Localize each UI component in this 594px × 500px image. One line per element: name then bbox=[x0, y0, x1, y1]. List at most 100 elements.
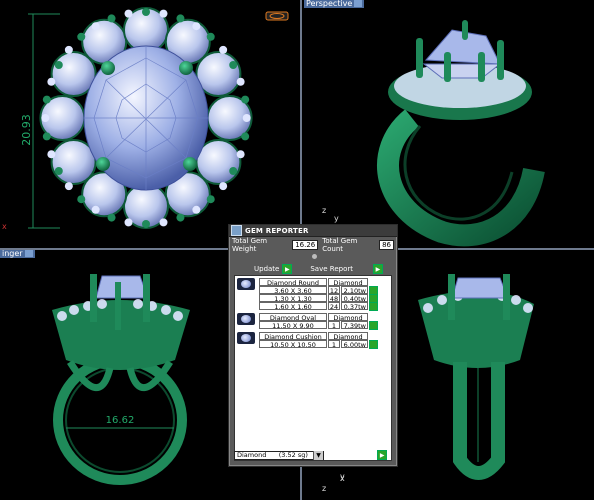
gem-size: 11.50 X 9.90 bbox=[259, 321, 327, 330]
gem-weight: 0.37tw bbox=[341, 302, 368, 311]
total-weight-field: 16.26 bbox=[292, 240, 319, 250]
total-weight-label: Total Gem Weight bbox=[232, 237, 268, 253]
oval-gem-icon bbox=[237, 313, 255, 325]
gem-count: 1 bbox=[328, 340, 340, 349]
viewport-perspective[interactable]: Perspective bbox=[302, 0, 594, 248]
gem-size: 3.60 X 3.60 bbox=[259, 286, 327, 295]
gem-row[interactable]: 10.50 X 10.50 1 6.00tw bbox=[259, 340, 389, 349]
accent-gem bbox=[176, 213, 185, 222]
gem-row[interactable]: 1.30 X 1.30 48 0.40tw bbox=[259, 294, 389, 303]
accent-gem bbox=[236, 77, 245, 86]
accent-gem bbox=[42, 95, 51, 104]
total-count-field: 86 bbox=[379, 240, 394, 250]
accent-gem bbox=[219, 182, 228, 191]
accent-gem bbox=[176, 14, 185, 23]
gem-size: 1.30 X 1.30 bbox=[259, 294, 327, 303]
accent-gem bbox=[54, 61, 63, 69]
gem-count: 1 bbox=[328, 321, 340, 330]
save-report-button[interactable]: ▶ bbox=[372, 264, 383, 274]
accent-gem bbox=[219, 45, 228, 54]
ring-top-view: 20.93 bbox=[20, 7, 289, 229]
gem-row[interactable]: 1.60 X 1.60 24 0.37tw bbox=[259, 302, 389, 311]
cushion-gem-icon bbox=[237, 332, 255, 344]
set-material-label: Set Material bbox=[332, 451, 375, 459]
material-select-value: Diamond (3.52 sg) bbox=[237, 451, 308, 459]
gem-group-material: Diamond bbox=[328, 313, 368, 322]
axis-label-y2: y bbox=[340, 472, 345, 481]
gem-row[interactable]: 11.50 X 9.90 1 7.39tw bbox=[259, 321, 389, 330]
gem-size: 10.50 X 10.50 bbox=[259, 340, 327, 349]
accent-gem bbox=[192, 205, 201, 214]
gem-row[interactable]: 3.60 X 3.60 12 2.10tw bbox=[259, 286, 389, 295]
set-material-button[interactable]: ▶ bbox=[377, 450, 388, 460]
panel-titlebar[interactable]: GEM REPORTER bbox=[229, 225, 397, 237]
accent-gem bbox=[47, 77, 56, 86]
accent-gem bbox=[124, 218, 133, 227]
gem-list[interactable]: Diamond Round Diamond 3.60 X 3.60 12 2.1… bbox=[234, 275, 392, 461]
select-row-button[interactable] bbox=[369, 321, 378, 330]
accent-gem bbox=[124, 9, 133, 18]
gem-count: 12 bbox=[328, 286, 340, 295]
accent-gem bbox=[107, 213, 116, 222]
gem-group-round: Diamond Round Diamond 3.60 X 3.60 12 2.1… bbox=[237, 278, 389, 311]
gem-weight: 2.10tw bbox=[341, 286, 368, 295]
gem-group-material: Diamond bbox=[328, 332, 368, 341]
accent-gem bbox=[206, 32, 215, 41]
gem-group-oval: Diamond Oval Diamond 11.50 X 9.90 1 7.39… bbox=[237, 313, 389, 330]
accent-gem bbox=[41, 114, 50, 122]
accent-gem bbox=[192, 22, 201, 31]
chevron-down-icon[interactable]: ▼ bbox=[313, 450, 323, 460]
update-button[interactable]: ▶ bbox=[282, 264, 293, 274]
viewport-top[interactable]: 20.93 x bbox=[0, 0, 300, 248]
round-gem-icon bbox=[237, 278, 255, 290]
ring-perspective-view bbox=[377, 20, 545, 247]
accent-gem bbox=[107, 14, 116, 23]
material-row: Diamond (3.52 sg) ▼ Set Material ▶ bbox=[234, 450, 394, 460]
gem-group-material: Diamond bbox=[328, 278, 368, 287]
resize-knob[interactable] bbox=[312, 254, 317, 259]
update-label: Update bbox=[254, 265, 280, 273]
gem-group-name: Diamond Cushion bbox=[259, 332, 327, 341]
accent-gem bbox=[64, 182, 73, 191]
save-report-label: Save Report bbox=[310, 265, 353, 273]
accent-gem bbox=[229, 61, 238, 69]
accent-gem bbox=[54, 167, 63, 175]
viewport-label-perspective[interactable]: Perspective bbox=[304, 0, 365, 8]
gem-weight: 0.40tw bbox=[341, 294, 368, 303]
accent-gem bbox=[159, 218, 168, 227]
dimension-label-top: 20.93 bbox=[20, 114, 33, 146]
dimension-label-front: 16.62 bbox=[106, 415, 135, 426]
accent-gem bbox=[91, 205, 100, 214]
totals-row: Total Gem Weight 16.26 Total Gem Count 8… bbox=[229, 237, 397, 253]
gem-size: 1.60 X 1.60 bbox=[259, 302, 327, 311]
accent-gem bbox=[242, 114, 251, 122]
gem-reporter-panel[interactable]: GEM REPORTER Total Gem Weight 16.26 Tota… bbox=[228, 224, 398, 467]
accent-gem bbox=[64, 45, 73, 54]
accent-gem bbox=[236, 150, 245, 159]
gem-count: 24 bbox=[328, 302, 340, 311]
accent-gem bbox=[47, 150, 56, 159]
gem-group-name: Diamond Oval bbox=[259, 313, 327, 322]
accent-gem bbox=[159, 9, 168, 18]
action-row: Update ▶ Save Report ▶ bbox=[229, 263, 397, 275]
gem-count: 48 bbox=[328, 294, 340, 303]
gem-reporter-icon bbox=[231, 225, 242, 236]
gem-weight: 7.39tw bbox=[341, 321, 368, 330]
accent-gem bbox=[91, 22, 100, 31]
accent-gem bbox=[241, 95, 250, 104]
accent-gem bbox=[142, 8, 150, 16]
viewport-label-front[interactable]: inger bbox=[0, 250, 35, 258]
select-row-button[interactable] bbox=[369, 302, 378, 311]
select-row-button[interactable] bbox=[369, 340, 378, 349]
accent-gem bbox=[77, 32, 86, 41]
total-count-label: Total Gem Count bbox=[322, 237, 358, 253]
axis-label-y: y bbox=[334, 214, 339, 223]
accent-gem bbox=[42, 132, 51, 141]
gem-group-name: Diamond Round bbox=[259, 278, 327, 287]
axis-label-z2: z bbox=[322, 484, 327, 493]
gem-group-cushion: Diamond Cushion Diamond 10.50 X 10.50 1 … bbox=[237, 332, 389, 349]
accent-gem bbox=[77, 195, 86, 204]
accent-gem bbox=[206, 195, 215, 204]
material-select[interactable]: Diamond (3.52 sg) ▼ bbox=[234, 450, 324, 460]
accent-gem bbox=[142, 220, 150, 228]
